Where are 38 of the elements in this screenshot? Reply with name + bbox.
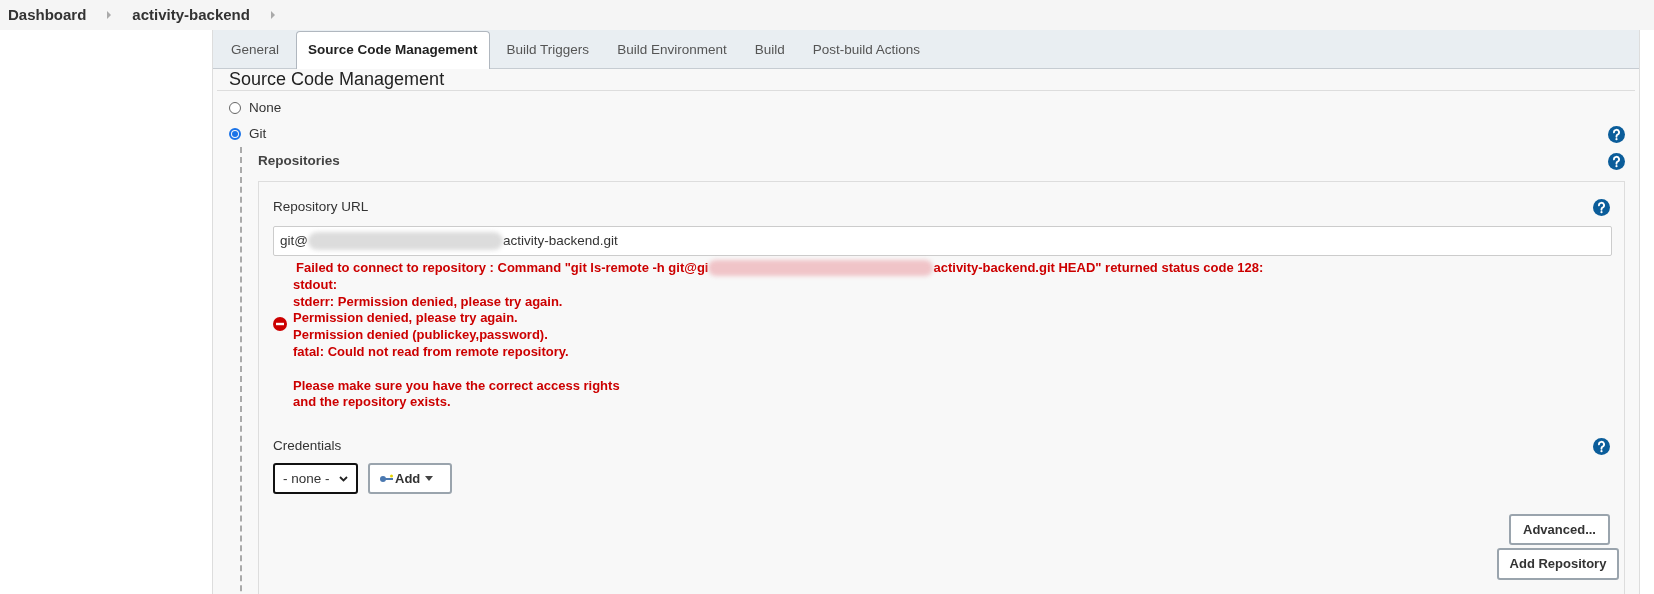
tab[interactable]: Post-build Actions xyxy=(801,32,932,68)
error-message: and the repository exists. xyxy=(293,394,452,412)
help-icon[interactable] xyxy=(1593,437,1610,455)
section-heading: Source Code Management xyxy=(229,69,446,90)
caret-icon xyxy=(425,476,434,482)
error-message: Permission denied, please try again. xyxy=(293,310,519,328)
credentials-dropdown[interactable]: - none - xyxy=(273,463,358,495)
chevron-icon xyxy=(106,11,113,19)
tab[interactable]: General xyxy=(220,32,291,68)
help-icon[interactable] xyxy=(1593,198,1610,216)
tab[interactable]: Source Code Management xyxy=(296,31,490,69)
error-message: activity-backend.git HEAD" returned status code 128: xyxy=(933,260,1264,277)
tab[interactable]: Build Environment xyxy=(606,32,738,68)
field-label: Repository URL xyxy=(273,197,369,216)
key-icon xyxy=(380,473,394,484)
help-icon[interactable] xyxy=(1608,125,1625,143)
error-message: Failed to connect to repository : Command "git ls-remote -h git@gi xyxy=(296,260,709,277)
breadcrumb-link[interactable]: Dashboard xyxy=(8,3,87,27)
error-message: Please make sure you have the correct access rights xyxy=(293,377,621,395)
error-message: Permission denied (publickey,password). xyxy=(293,327,549,344)
url-input-field[interactable]: git@ activity-backend.git xyxy=(273,226,1612,256)
chevron-down-icon xyxy=(339,475,348,482)
add-button[interactable]: Add xyxy=(368,463,452,495)
chevron-icon xyxy=(269,11,276,19)
radio-option[interactable]: Git xyxy=(229,123,267,145)
field-label: Credentials xyxy=(273,437,342,456)
error-message: stderr: Permission denied, please try again. xyxy=(293,293,564,311)
error-message: stdout: xyxy=(293,276,339,294)
help-icon[interactable] xyxy=(1608,152,1625,170)
breadcrumb-link[interactable]: activity-backend xyxy=(132,3,250,27)
advanced-button[interactable]: Advanced... xyxy=(1509,514,1610,546)
tab[interactable]: Build Triggers xyxy=(495,32,601,68)
error-icon xyxy=(273,317,287,331)
tab[interactable]: Build xyxy=(743,32,796,68)
section-label: Repositories xyxy=(258,151,340,170)
error-message: fatal: Could not read from remote repository. xyxy=(293,344,570,361)
radio-option[interactable]: None xyxy=(229,97,282,119)
add-repository-button[interactable]: Add Repository xyxy=(1497,548,1619,580)
